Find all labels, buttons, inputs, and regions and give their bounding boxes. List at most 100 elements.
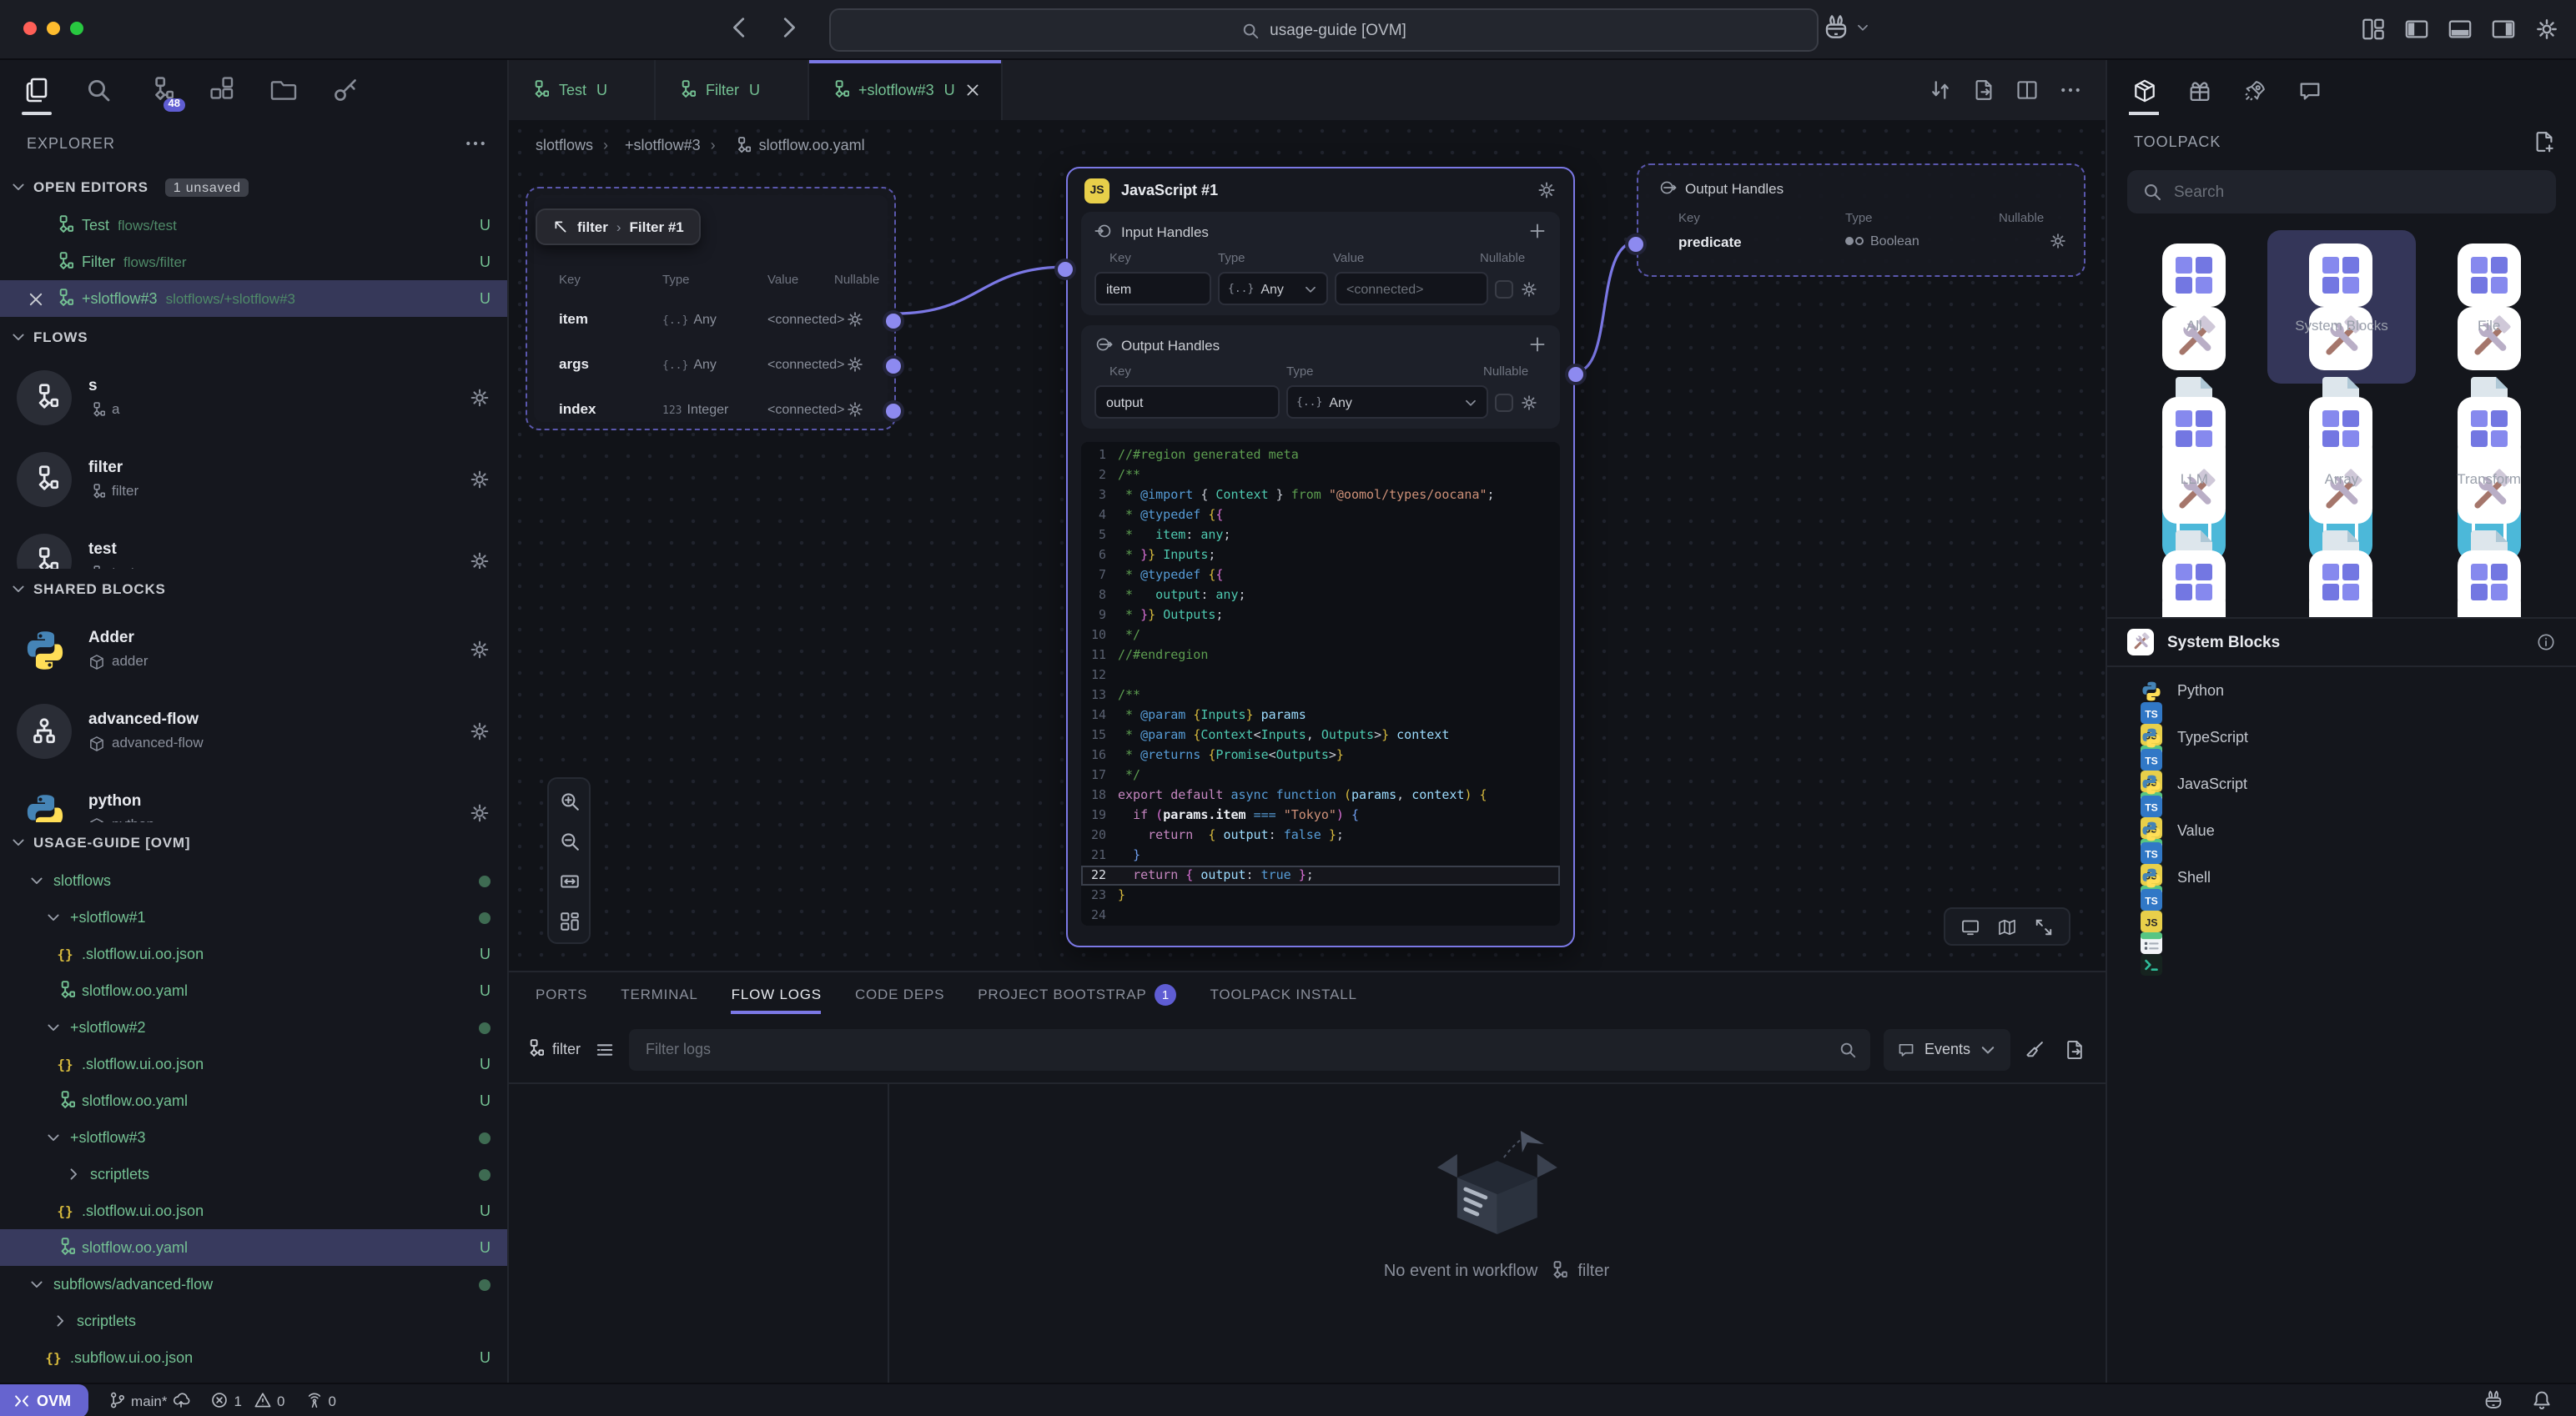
panel-tab[interactable]: PROJECT BOOTSTRAP 1 xyxy=(978,972,1176,1016)
activity-search-button[interactable] xyxy=(78,65,118,115)
editor-tab[interactable]: Filter U xyxy=(656,60,808,120)
activity-secrets-button[interactable] xyxy=(325,65,365,115)
events-dropdown[interactable]: Events xyxy=(1884,1028,2010,1070)
assistant-menu[interactable] xyxy=(1822,13,1870,42)
nullable-checkbox[interactable] xyxy=(1495,279,1513,298)
breadcrumb-segment[interactable]: +slotflow#3 xyxy=(603,137,701,153)
tree-item[interactable]: {} +slotflow#1 xyxy=(0,899,507,936)
history-back-icon[interactable] xyxy=(727,15,752,40)
settings-gear-icon[interactable] xyxy=(2534,17,2559,42)
toggle-right-panel-icon[interactable] xyxy=(2491,17,2516,42)
toolpack-search-input[interactable] xyxy=(2174,183,2541,201)
screen-button[interactable] xyxy=(1960,916,1980,936)
gear-icon[interactable] xyxy=(846,310,864,329)
feedback-tab-button[interactable] xyxy=(2292,65,2326,115)
toolpack-category[interactable]: [ ] System Blocks xyxy=(2268,230,2416,384)
notifications-bell-icon[interactable] xyxy=(2531,1389,2553,1411)
panel-tab[interactable]: FLOW LOGS xyxy=(732,972,822,1016)
export-logs-icon[interactable] xyxy=(2064,1038,2085,1060)
tree-item[interactable]: {} .slotflow.ui.oo.json U xyxy=(0,936,507,972)
input-port[interactable] xyxy=(1628,237,1643,252)
input-port[interactable] xyxy=(1058,262,1073,277)
tree-item[interactable]: {} +slotflow#2 xyxy=(0,1009,507,1046)
filter-slot-node[interactable]: Key Type Value Nullable item {..}Any <co… xyxy=(526,187,896,430)
git-branch-button[interactable]: main* xyxy=(108,1391,190,1409)
shared-block-item[interactable]: Adder adder xyxy=(0,609,507,690)
system-block-item[interactable]: TS JS TypeScript xyxy=(2107,714,2576,761)
breadcrumb-segment[interactable]: slotflow.oo.yaml xyxy=(711,136,865,154)
toolpack-category[interactable]: [ ] File xyxy=(2415,230,2563,384)
toolpack-category[interactable]: [ ] Transform xyxy=(2415,384,2563,537)
flow-item[interactable]: test test xyxy=(0,520,507,569)
window-controls[interactable] xyxy=(23,22,83,35)
system-block-item[interactable]: TS JS JavaScript xyxy=(2107,761,2576,807)
gear-icon[interactable] xyxy=(1537,180,1557,200)
panel-tab[interactable]: TERMINAL xyxy=(621,972,697,1016)
shared-block-item[interactable]: python python xyxy=(0,772,507,822)
duplicate-file-icon[interactable] xyxy=(1972,78,1995,102)
panel-tab[interactable]: PORTS xyxy=(536,972,587,1016)
editor-tab[interactable]: +slotflow#3 U xyxy=(808,60,1004,120)
layout-grid-icon[interactable] xyxy=(2361,17,2386,42)
split-editor-icon[interactable] xyxy=(2015,78,2039,102)
tree-item[interactable]: {} +slotflow#3 xyxy=(0,1119,507,1156)
toolpack-category[interactable]: [ ] xyxy=(2121,537,2268,617)
toggle-left-panel-icon[interactable] xyxy=(2404,17,2429,42)
flow-item[interactable]: s a xyxy=(0,357,507,439)
close-icon[interactable] xyxy=(27,289,45,308)
problems-button[interactable]: 1 0 xyxy=(211,1391,285,1409)
log-flow-selector[interactable]: filter xyxy=(524,1039,581,1059)
toolpack-category[interactable]: [ ] xyxy=(2268,537,2416,617)
clear-logs-icon[interactable] xyxy=(2024,1038,2045,1060)
ports-button[interactable]: 0 xyxy=(304,1391,335,1409)
add-output-icon[interactable] xyxy=(1528,335,1547,354)
fit-view-button[interactable] xyxy=(552,864,586,897)
tree-item[interactable]: {} slotflow.oo.yaml U xyxy=(0,1082,507,1119)
toggle-bottom-panel-icon[interactable] xyxy=(2448,17,2473,42)
tree-item[interactable]: {} slotflows xyxy=(0,862,507,899)
gear-icon[interactable] xyxy=(846,355,864,374)
add-toolpack-icon[interactable] xyxy=(2533,130,2556,153)
minimize-window-button[interactable] xyxy=(47,22,60,35)
log-search-input[interactable] xyxy=(629,1028,1871,1070)
input-key-field[interactable]: item xyxy=(1094,272,1211,305)
shared-blocks-header[interactable]: SHARED BLOCKS xyxy=(0,569,507,609)
toolpack-category[interactable]: [ ] LLM xyxy=(2121,384,2268,537)
zoom-in-button[interactable] xyxy=(552,784,586,817)
output-slot-node[interactable]: Output Handles Key Type Nullable predica… xyxy=(1637,163,2085,277)
tree-item[interactable]: {} .slotflow.ui.oo.json U xyxy=(0,1046,507,1082)
nullable-checkbox[interactable] xyxy=(1495,393,1513,411)
ovm-status-button[interactable]: OVM xyxy=(0,1383,88,1416)
open-editor-item[interactable]: Test flows/test U xyxy=(0,207,507,244)
tree-item[interactable]: {} subflows/advanced-flow xyxy=(0,1266,507,1303)
activity-explorer-button[interactable] xyxy=(17,65,57,115)
gear-icon[interactable] xyxy=(469,550,491,569)
output-type-select[interactable]: {..}Any xyxy=(1286,385,1488,419)
store-tab-button[interactable] xyxy=(2182,65,2216,115)
activity-blocks-button[interactable] xyxy=(202,65,242,115)
compare-changes-icon[interactable] xyxy=(1929,78,1952,102)
workspace-header[interactable]: USAGE-GUIDE [OVM] xyxy=(0,822,507,862)
tree-item[interactable]: {} scriptlets xyxy=(0,1303,507,1339)
zoom-out-button[interactable] xyxy=(552,824,586,857)
history-forward-icon[interactable] xyxy=(776,15,801,40)
log-list-icon[interactable] xyxy=(594,1038,616,1060)
gear-icon[interactable] xyxy=(469,639,491,660)
gear-icon[interactable] xyxy=(469,802,491,822)
input-type-select[interactable]: {..}Any xyxy=(1218,272,1328,305)
toolpack-category[interactable]: [ ] Array xyxy=(2268,384,2416,537)
close-window-button[interactable] xyxy=(23,22,37,35)
output-port[interactable] xyxy=(886,359,901,374)
info-icon[interactable] xyxy=(2536,632,2556,652)
open-editor-item[interactable]: Filter flows/filter U xyxy=(0,244,507,280)
gear-icon[interactable] xyxy=(469,387,491,409)
gear-icon[interactable] xyxy=(846,400,864,419)
open-editors-header[interactable]: OPEN EDITORS 1 unsaved xyxy=(0,167,507,207)
toolpack-category[interactable]: [ ] xyxy=(2415,537,2563,617)
input-value-field[interactable]: <connected> xyxy=(1335,272,1488,305)
explorer-more-icon[interactable] xyxy=(464,132,487,155)
auto-layout-button[interactable] xyxy=(552,904,586,937)
gear-icon[interactable] xyxy=(469,721,491,742)
tree-item[interactable]: {} slotflow.oo.yaml U xyxy=(0,1229,507,1266)
tree-item[interactable]: {} .subflow.ui.oo.json U xyxy=(0,1339,507,1376)
